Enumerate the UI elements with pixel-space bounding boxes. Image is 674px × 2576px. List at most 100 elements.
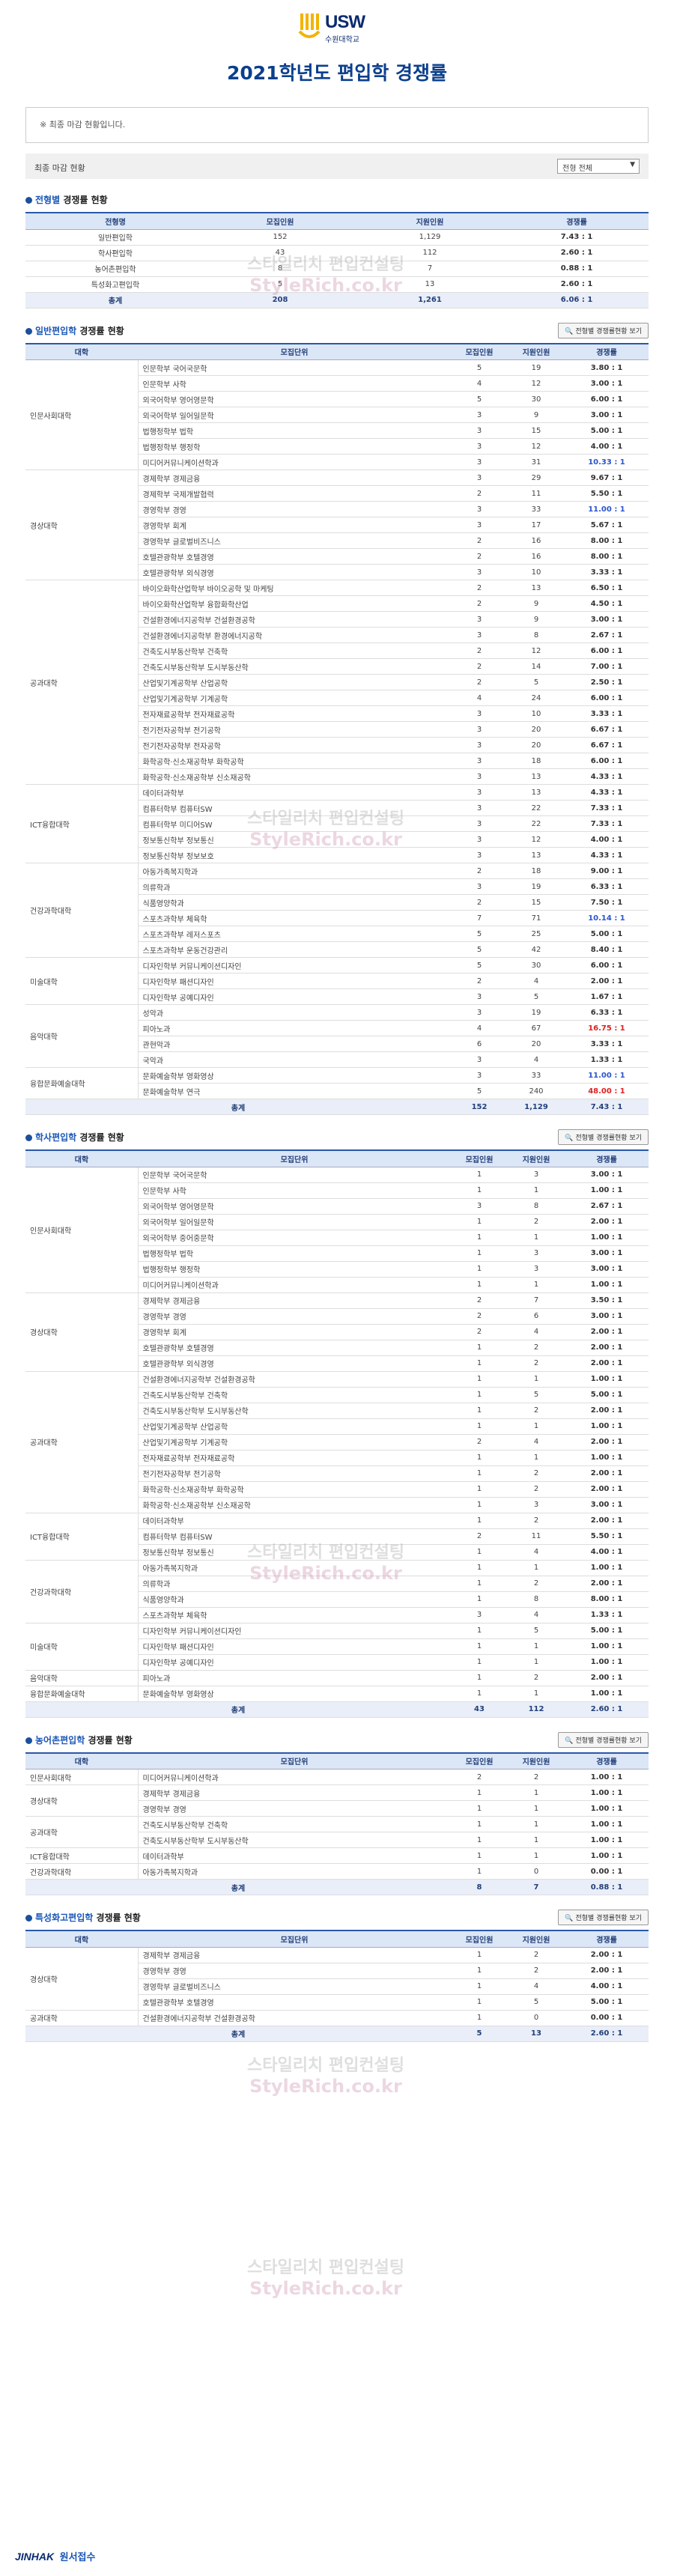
table-cell: 2 bbox=[508, 1481, 565, 1498]
table-cell: 3.80 : 1 bbox=[565, 359, 649, 376]
total-cell: 7.43 : 1 bbox=[565, 1099, 649, 1115]
table-cell: 1 bbox=[451, 1591, 508, 1608]
table-cell: 건설환경에너지공학부 건설환경공학 bbox=[138, 611, 451, 628]
table-cell: 3 bbox=[451, 737, 508, 753]
table-cell: 1 bbox=[508, 1182, 565, 1199]
table-cell: 1 bbox=[451, 1544, 508, 1561]
table-cell: 2 bbox=[451, 1292, 508, 1309]
table-cell: 3 bbox=[451, 721, 508, 738]
table-cell: 관현악과 bbox=[138, 1036, 451, 1052]
table-cell: 미디어커뮤니케이션학과 bbox=[138, 1769, 451, 1785]
table-cell: 2.50 : 1 bbox=[565, 674, 649, 690]
table-cell: 16 bbox=[508, 532, 565, 549]
table-cell: 1.00 : 1 bbox=[565, 1847, 649, 1864]
table-cell: 5 bbox=[205, 276, 355, 293]
table-cell: 1 bbox=[451, 1340, 508, 1356]
table-cell: 1 bbox=[451, 1686, 508, 1702]
table-cell: 화학공학·신소재공학부 화학공학 bbox=[138, 753, 451, 769]
table-cell: 4 bbox=[451, 1020, 508, 1036]
table-cell: 3.00 : 1 bbox=[565, 1167, 649, 1183]
table-cell: 240 bbox=[508, 1083, 565, 1099]
total-cell: 112 bbox=[508, 1701, 565, 1718]
table-cell: 1 bbox=[451, 1978, 508, 1995]
total-cell: 152 bbox=[451, 1099, 508, 1115]
table-cell: 2 bbox=[451, 894, 508, 911]
bullet-icon bbox=[25, 1915, 32, 1922]
table-cell: 3 bbox=[451, 878, 508, 895]
section-title: 전형별 경쟁률 현황 bbox=[25, 193, 108, 206]
table-cell: 1 bbox=[451, 1800, 508, 1817]
table-row: 음악대학 피아노과 1 2 2.00 : 1 bbox=[25, 1670, 649, 1686]
table-cell: 3 bbox=[451, 1198, 508, 1215]
search-icon: 🔍 bbox=[565, 1737, 574, 1745]
college-cell: 경상대학 bbox=[25, 1784, 139, 1817]
table-cell: 17 bbox=[508, 517, 565, 533]
table-cell: 5.67 : 1 bbox=[565, 517, 649, 533]
table-cell: 8.00 : 1 bbox=[565, 548, 649, 565]
table-cell: 10.14 : 1 bbox=[565, 910, 649, 926]
table-cell: 30 bbox=[508, 957, 565, 973]
table-cell: 1 bbox=[451, 2010, 508, 2026]
college-cell: 경상대학 bbox=[25, 470, 139, 580]
table-cell: 2 bbox=[451, 580, 508, 596]
view-details-button[interactable]: 🔍 전형별 경쟁률현황 보기 bbox=[558, 1910, 649, 1925]
footer: JINHAK 원서접수 bbox=[15, 2549, 95, 2572]
column-header: 지원인원 bbox=[508, 1930, 565, 1948]
table-cell: 4.33 : 1 bbox=[565, 784, 649, 801]
table-cell: 3 bbox=[451, 1067, 508, 1084]
bachelor-section: 학사편입학 경쟁률 현황 🔍 전형별 경쟁률현황 보기 대학 모집단위 모집인원 지원인원… bbox=[25, 1127, 649, 1718]
jinhak-logo: JINHAK bbox=[15, 2551, 55, 2563]
table-cell: 5 bbox=[451, 941, 508, 958]
table-cell: 4 bbox=[508, 1544, 565, 1561]
table-cell: 3 bbox=[508, 1167, 565, 1183]
table-cell: 8 bbox=[508, 1198, 565, 1215]
table-cell: 14 bbox=[508, 658, 565, 675]
section-title: 일반편입학 경쟁률 현황 bbox=[25, 324, 124, 337]
rural-table: 대학 모집단위 모집인원 지원인원 경쟁률 인문사회대학 미디어커뮤니케이션학과 2 2 1.00… bbox=[25, 1752, 649, 1895]
view-details-button[interactable]: 🔍 전형별 경쟁률현황 보기 bbox=[558, 1129, 649, 1145]
table-cell: 3 bbox=[451, 407, 508, 423]
table-cell: 1,129 bbox=[355, 229, 505, 246]
table-row: 음악대학 성악과 3 19 6.33 : 1 bbox=[25, 1004, 649, 1068]
vocational-table: 대학 모집단위 모집인원 지원인원 경쟁률 경상대학 경제학부 경제금융 1 2 2.00 : 1… bbox=[25, 1930, 649, 2042]
type-select[interactable]: 전형 전체 ▼ bbox=[557, 159, 640, 174]
table-cell: 3 bbox=[451, 705, 508, 722]
view-details-button[interactable]: 🔍 전형별 경쟁률현황 보기 bbox=[558, 322, 649, 338]
table-cell: 3.00 : 1 bbox=[565, 611, 649, 628]
table-cell: 1.00 : 1 bbox=[565, 1450, 649, 1466]
table-cell: 5.00 : 1 bbox=[565, 1623, 649, 1639]
table-cell: 2.00 : 1 bbox=[565, 1576, 649, 1592]
table-cell: 6.00 : 1 bbox=[565, 643, 649, 659]
table-cell: 호텔관광학부 호텔경영 bbox=[138, 1340, 451, 1356]
table-cell: 29 bbox=[508, 470, 565, 486]
table-cell: 10 bbox=[508, 564, 565, 580]
total-cell: 6.06 : 1 bbox=[505, 292, 649, 309]
table-cell: 디자인학부 커뮤니케이션디자인 bbox=[138, 1623, 451, 1639]
table-cell: 1 bbox=[451, 1863, 508, 1880]
bullet-icon bbox=[25, 327, 32, 335]
table-cell: 5.00 : 1 bbox=[565, 422, 649, 439]
table-cell: 11.00 : 1 bbox=[565, 501, 649, 517]
table-row: 경상대학 경제학부 경제금융 1 2 2.00 : 1 bbox=[25, 1947, 649, 2011]
bachelor-table: 대학 모집단위 모집인원 지원인원 경쟁률 인문사회대학 인문학부 국어국문학 1 3 3.00 … bbox=[25, 1149, 649, 1718]
college-cell: 공과대학 bbox=[25, 2010, 139, 2026]
table-cell: 19 bbox=[508, 359, 565, 376]
table-cell: 3 bbox=[451, 627, 508, 643]
table-cell: 2 bbox=[451, 1308, 508, 1325]
table-cell: 6.33 : 1 bbox=[565, 1004, 649, 1021]
summary-table: 전형명 모집인원 지원인원 경쟁률 일반편입학 152 1,129 7.43 : 1 학사편입학… bbox=[25, 212, 649, 309]
table-cell: 1 bbox=[451, 1167, 508, 1183]
table-cell: 6.00 : 1 bbox=[565, 753, 649, 769]
table-cell: 4 bbox=[508, 973, 565, 989]
table-cell: 바이오화학산업학부 융합화학산업 bbox=[138, 595, 451, 612]
table-cell: 1 bbox=[451, 1403, 508, 1419]
view-details-button[interactable]: 🔍 전형별 경쟁률현황 보기 bbox=[558, 1731, 649, 1748]
table-cell: 3 bbox=[451, 611, 508, 628]
table-cell: 9 bbox=[508, 611, 565, 628]
bullet-icon bbox=[25, 197, 32, 204]
table-cell: 1 bbox=[451, 1465, 508, 1482]
table-cell: 13 bbox=[508, 784, 565, 801]
table-cell: 2 bbox=[451, 674, 508, 690]
table-cell: 건축도시부동산학부 도시부동산학 bbox=[138, 1403, 451, 1419]
table-cell: 6.67 : 1 bbox=[565, 737, 649, 753]
